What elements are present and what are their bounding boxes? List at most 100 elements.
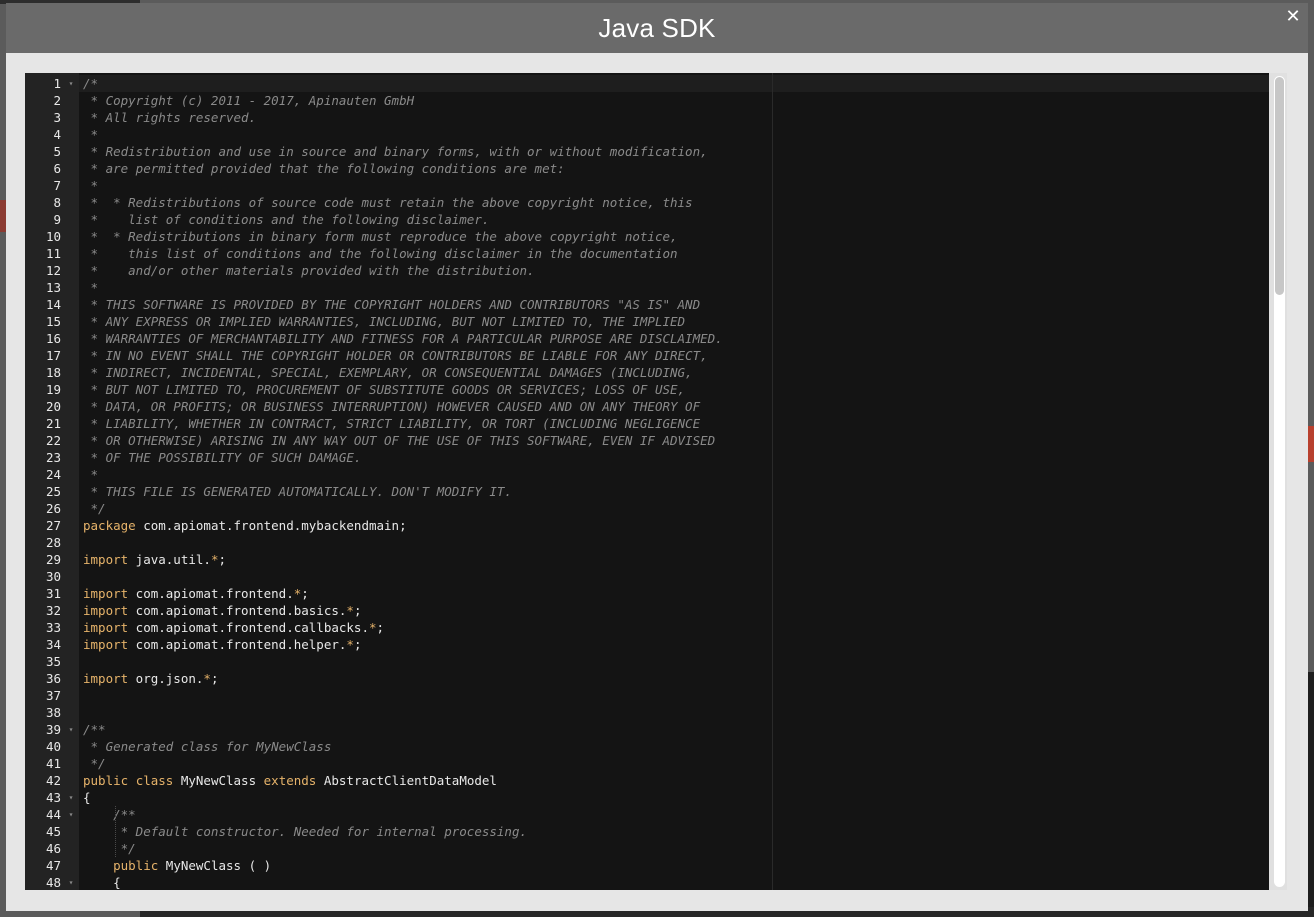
line-number: 47 [45, 858, 61, 873]
fold-toggle-icon[interactable]: ▾ [66, 789, 76, 806]
line-number: 38 [45, 705, 61, 720]
code-token: * and/or other materials provided with t… [83, 263, 535, 278]
code-token: /* [83, 76, 99, 91]
line-number: 25 [45, 484, 61, 499]
gutter-line-16: 16 [25, 330, 79, 347]
gutter-line-1: 1 ▾ [25, 75, 79, 92]
code-token: * INDIRECT, INCIDENTAL, SPECIAL, EXEMPLA… [83, 365, 693, 380]
line-number: 7 [53, 178, 61, 193]
code-line: * Default constructor. Needed for intern… [83, 823, 1269, 840]
fold-toggle-icon[interactable]: ▾ [66, 75, 76, 92]
gutter-line-45: 45 [25, 823, 79, 840]
fold-toggle-icon[interactable]: ▾ [66, 874, 76, 890]
indent-guide [115, 806, 116, 857]
gutter-line-6: 6 [25, 160, 79, 177]
vertical-scrollbar[interactable] [1269, 73, 1287, 890]
code-line: import java.util.*; [83, 551, 1269, 568]
line-number: 17 [45, 348, 61, 363]
code-token: ; [376, 620, 385, 635]
gutter-line-4: 4 [25, 126, 79, 143]
code-line: * [83, 279, 1269, 296]
code-line: * Copyright (c) 2011 - 2017, Apinauten G… [83, 92, 1269, 109]
gutter-line-37: 37 [25, 687, 79, 704]
close-icon: ✕ [1285, 5, 1301, 27]
code-line: * and/or other materials provided with t… [83, 262, 1269, 279]
code-line: * All rights reserved. [83, 109, 1269, 126]
code-token: * ANY EXPRESS OR IMPLIED WARRANTIES, INC… [83, 314, 686, 329]
gutter-line-33: 33 [25, 619, 79, 636]
code-token: * list of conditions and the following d… [83, 212, 490, 227]
line-number: 1 [53, 76, 61, 91]
line-number: 41 [45, 756, 61, 771]
code-token: com.apiomat.frontend.mybackendmain; [135, 518, 407, 533]
gutter-line-46: 46 [25, 840, 79, 857]
code-token: class [135, 773, 174, 788]
code-token: * [368, 620, 377, 635]
code-token: * DATA, OR PROFITS; OR BUSINESS INTERRUP… [83, 399, 701, 414]
code-token: com.apiomat.frontend.callbacks. [128, 620, 369, 635]
code-token: import [83, 671, 129, 686]
line-number: 46 [45, 841, 61, 856]
gutter-line-32: 32 [25, 602, 79, 619]
gutter-line-7: 7 [25, 177, 79, 194]
code-token: * * Redistributions in binary form must … [83, 229, 678, 244]
line-number: 20 [45, 399, 61, 414]
line-number: 24 [45, 467, 61, 482]
gutter-line-22: 22 [25, 432, 79, 449]
line-number: 29 [45, 552, 61, 567]
line-number: 8 [53, 195, 61, 210]
code-line: * THIS FILE IS GENERATED AUTOMATICALLY. … [83, 483, 1269, 500]
code-token: * * Redistributions of source code must … [83, 195, 693, 210]
gutter-line-47: 47 [25, 857, 79, 874]
background-right-dark-panel [1308, 672, 1314, 917]
scroll-thumb[interactable] [1275, 77, 1284, 295]
line-number: 11 [45, 246, 61, 261]
line-number: 36 [45, 671, 61, 686]
code-token: AbstractClientDataModel [316, 773, 497, 788]
code-token: * Default constructor. Needed for intern… [83, 824, 528, 839]
code-token: * Generated class for MyNewClass [83, 739, 332, 754]
fold-toggle-icon[interactable]: ▾ [66, 721, 76, 738]
code-token: * [203, 671, 211, 686]
code-line: /** [83, 806, 1269, 823]
code-token: * THIS FILE IS GENERATED AUTOMATICALLY. … [83, 484, 512, 499]
code-line: * Generated class for MyNewClass [83, 738, 1269, 755]
code-token: * Redistribution and use in source and b… [83, 144, 708, 159]
gutter-line-27: 27 [25, 517, 79, 534]
gutter-line-36: 36 [25, 670, 79, 687]
line-number: 44 [45, 807, 61, 822]
code-area[interactable]: /* * Copyright (c) 2011 - 2017, Apinaute… [79, 73, 1269, 890]
code-editor[interactable]: 1 ▾ 2 3 4 5 6 7 8 9 10 11 12 13 14 15 16 17 18 19 20 21 22 23 24… [25, 73, 1287, 890]
close-button[interactable]: ✕ [1278, 3, 1308, 29]
gutter-line-20: 20 [25, 398, 79, 415]
code-line: * WARRANTIES OF MERCHANTABILITY AND FITN… [83, 330, 1269, 347]
line-number: 39 [45, 722, 61, 737]
line-number: 9 [53, 212, 61, 227]
gutter-line-11: 11 [25, 245, 79, 262]
code-token: * [83, 467, 99, 482]
code-token: import [83, 586, 129, 601]
code-token: * [83, 280, 99, 295]
gutter-line-9: 9 [25, 211, 79, 228]
code-line: * [83, 466, 1269, 483]
fold-toggle-icon[interactable]: ▾ [66, 806, 76, 823]
code-token: * OF THE POSSIBILITY OF SUCH DAMAGE. [83, 450, 362, 465]
line-number: 43 [45, 790, 61, 805]
code-line: * IN NO EVENT SHALL THE COPYRIGHT HOLDER… [83, 347, 1269, 364]
code-token: * Copyright (c) 2011 - 2017, Apinauten G… [83, 93, 415, 108]
code-line: * DATA, OR PROFITS; OR BUSINESS INTERRUP… [83, 398, 1269, 415]
code-token: * [83, 178, 99, 193]
code-line: * list of conditions and the following d… [83, 211, 1269, 228]
code-token: * this list of conditions and the follow… [83, 246, 678, 261]
code-line: /** [83, 721, 1269, 738]
gutter-line-44: 44 ▾ [25, 806, 79, 823]
code-token: ; [353, 637, 362, 652]
code-line: * this list of conditions and the follow… [83, 245, 1269, 262]
line-number: 21 [45, 416, 61, 431]
gutter-line-41: 41 [25, 755, 79, 772]
